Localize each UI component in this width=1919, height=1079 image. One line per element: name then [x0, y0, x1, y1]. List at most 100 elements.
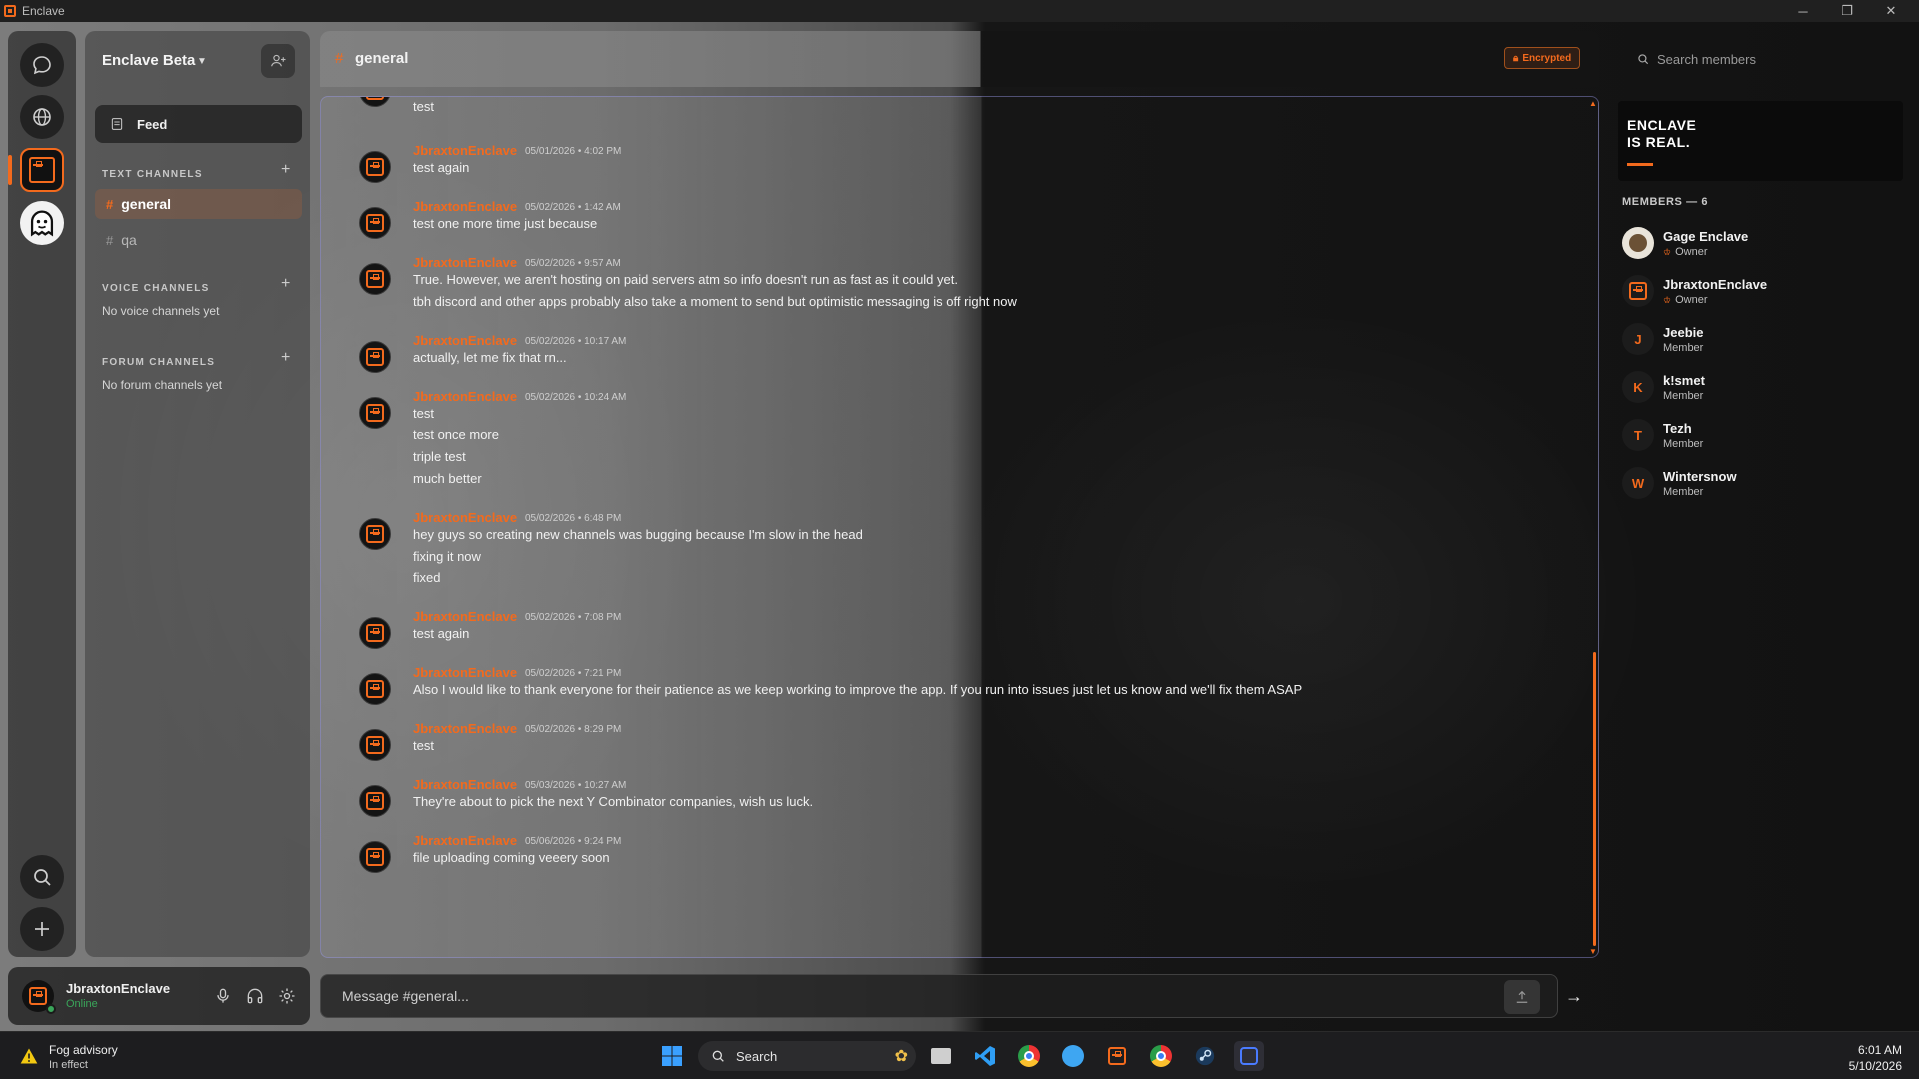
online-status-dot — [46, 1004, 56, 1014]
chrome-profile-taskbar-app[interactable] — [1146, 1041, 1176, 1071]
message-avatar[interactable] — [359, 729, 391, 762]
hash-icon: # — [106, 232, 114, 248]
member-item[interactable]: Kk!smet Member — [1622, 365, 1902, 409]
direct-messages-button[interactable] — [20, 43, 64, 87]
chevron-down-icon[interactable]: ▼ — [197, 56, 207, 67]
invite-member-button[interactable] — [261, 44, 295, 78]
message-author[interactable]: JbraxtonEnclave — [413, 333, 517, 348]
message-timestamp: 05/02/2026 • 7:08 PM — [525, 612, 622, 624]
message-avatar[interactable] — [359, 340, 391, 373]
taskbar: Fog advisory In effect Search ✿ 6:01 AM … — [0, 1031, 1919, 1079]
member-search-input[interactable] — [1655, 44, 1905, 74]
member-item[interactable]: W Wintersnow Member — [1622, 461, 1902, 505]
channel-item-qa[interactable]: # qa — [95, 225, 302, 255]
message-input[interactable] — [321, 975, 1496, 1017]
message-text: actually, let me fix that rn... — [413, 349, 567, 365]
add-server-button[interactable] — [20, 907, 64, 951]
explore-servers-button[interactable] — [20, 95, 64, 139]
message-avatar[interactable] — [359, 517, 391, 550]
message-avatar[interactable] — [359, 785, 391, 818]
message-avatar[interactable] — [359, 396, 391, 429]
message-timestamp: 05/02/2026 • 6:48 PM — [525, 512, 622, 524]
start-button[interactable] — [657, 1041, 687, 1071]
scroll-down-icon[interactable]: ▼ — [1589, 947, 1597, 956]
weather-title[interactable]: Fog advisory — [49, 1043, 118, 1057]
member-avatar: T — [1622, 419, 1654, 451]
message-avatar[interactable] — [359, 841, 391, 874]
clock-date[interactable]: 5/10/2026 — [1828, 1059, 1902, 1073]
avatar[interactable] — [22, 980, 56, 1014]
message-author[interactable]: JbraxtonEnclave — [413, 833, 517, 848]
add-forum-channel-button[interactable]: + — [281, 349, 290, 367]
enclave-logo-icon — [1108, 1047, 1126, 1065]
message-text: test one more time just because — [413, 216, 598, 231]
message-avatar[interactable] — [359, 97, 391, 107]
message-timestamp: 05/02/2026 • 9:57 AM — [525, 258, 621, 269]
channel-item-general[interactable]: # general — [95, 189, 302, 219]
search-icon — [1638, 54, 1649, 65]
message-text: test — [413, 99, 434, 114]
add-text-channel-button[interactable]: + — [281, 161, 290, 179]
message-avatar[interactable] — [359, 617, 391, 650]
steam-taskbar-app[interactable] — [1190, 1041, 1220, 1071]
message-avatar[interactable] — [359, 151, 391, 183]
task-view-button[interactable] — [926, 1041, 956, 1071]
message-list[interactable]: test JbraxtonEnclave 05/01/2026 • 4:02 PM t… — [320, 96, 1599, 958]
taskbar-search[interactable]: Search ✿ — [698, 1041, 916, 1071]
feed-button[interactable]: Feed — [95, 105, 302, 143]
title-bar: Enclave ─ ❐ ✕ — [0, 0, 1919, 22]
message-text: They're about to pick the next Y Combina… — [413, 794, 814, 810]
member-item[interactable]: T Tezh Member — [1622, 413, 1902, 457]
message-author[interactable]: JbraxtonEnclave — [413, 665, 517, 680]
close-icon[interactable]: ✕ — [1869, 0, 1913, 22]
message-author[interactable]: JbraxtonEnclave — [413, 721, 517, 736]
add-voice-channel-button[interactable]: + — [281, 275, 290, 293]
member-item[interactable]: Gage Enclave ♔ Owner — [1622, 221, 1902, 265]
window-title: Enclave — [22, 4, 65, 18]
message-author[interactable]: JbraxtonEnclave — [413, 609, 517, 624]
member-name: Gage Enclave — [1663, 229, 1749, 244]
scrollbar-thumb[interactable] — [1593, 652, 1596, 946]
search-icon — [712, 1050, 724, 1062]
member-role: ♔ Owner — [1663, 294, 1707, 306]
minimize-icon[interactable]: ─ — [1781, 0, 1825, 22]
member-item[interactable]: JbraxtonEnclave ♔ Owner — [1622, 269, 1902, 313]
chrome-icon — [1150, 1045, 1172, 1067]
server-ghost[interactable] — [20, 201, 64, 245]
member-role: Member — [1663, 486, 1703, 498]
capture-taskbar-app[interactable] — [1234, 1041, 1264, 1071]
attach-file-button[interactable] — [1504, 980, 1540, 1014]
message-avatar[interactable] — [359, 207, 391, 239]
message-author[interactable]: JbraxtonEnclave — [413, 777, 517, 792]
message-avatar[interactable] — [359, 673, 391, 706]
vscode-taskbar-app[interactable] — [970, 1041, 1000, 1071]
ghost-icon — [30, 210, 54, 237]
search-servers-button[interactable] — [20, 855, 64, 899]
headphones-icon[interactable] — [245, 986, 265, 1006]
chrome-taskbar-app[interactable] — [1014, 1041, 1044, 1071]
message-text: file uploading coming veeery soon — [413, 850, 610, 866]
restore-icon[interactable]: ❐ — [1825, 0, 1869, 22]
member-item[interactable]: J Jeebie Member — [1622, 317, 1902, 361]
clock-time[interactable]: 6:01 AM — [1838, 1043, 1902, 1057]
message-author[interactable]: JbraxtonEnclave — [413, 510, 517, 525]
scroll-up-icon[interactable]: ▲ — [1589, 99, 1597, 108]
message-author[interactable]: JbraxtonEnclave — [413, 143, 517, 158]
microphone-icon[interactable] — [213, 986, 233, 1006]
weather-subtitle: In effect — [49, 1059, 88, 1071]
enclave-taskbar-app[interactable] — [1102, 1041, 1132, 1071]
message-author[interactable]: JbraxtonEnclave — [413, 389, 517, 404]
server-enclave-beta[interactable] — [20, 148, 64, 192]
warning-icon[interactable] — [18, 1046, 40, 1066]
enclave-logo-icon — [366, 524, 384, 543]
message-author[interactable]: JbraxtonEnclave — [413, 199, 517, 214]
chrome-icon — [1018, 1045, 1040, 1067]
gear-icon[interactable] — [277, 986, 297, 1006]
message-author[interactable]: JbraxtonEnclave — [413, 255, 517, 270]
server-name[interactable]: Enclave Beta — [102, 52, 195, 69]
message-timestamp: 05/01/2026 • 4:02 PM — [525, 146, 622, 157]
send-button[interactable]: → — [1562, 984, 1586, 1008]
message-avatar[interactable] — [359, 263, 391, 295]
member-name: k!smet — [1663, 373, 1705, 388]
messenger-taskbar-app[interactable] — [1058, 1041, 1088, 1071]
